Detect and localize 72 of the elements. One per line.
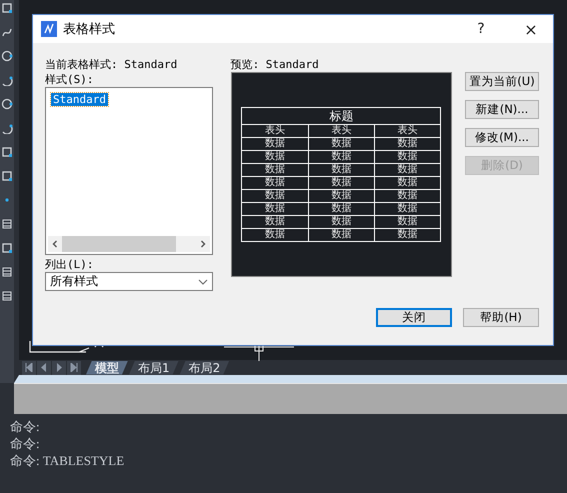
- preview-data-cell-text: 数据: [396, 151, 419, 163]
- rectangle-icon[interactable]: [1, 146, 13, 158]
- preview-data-cell: 数据: [308, 190, 375, 202]
- command-line: 命令:: [10, 435, 41, 452]
- close-button[interactable]: ×: [509, 15, 553, 43]
- list-label: 列出(L):: [45, 257, 94, 272]
- rectangle-icon[interactable]: [1, 2, 13, 14]
- preview-data-cell: 数据: [308, 177, 375, 189]
- preview-data-cell: 数据: [242, 164, 309, 176]
- close-dialog-button[interactable]: 关闭: [376, 308, 452, 327]
- grid-icon[interactable]: [1, 218, 13, 230]
- style-item[interactable]: Standard: [51, 93, 108, 106]
- layout-tab[interactable]: 布局1: [129, 360, 179, 374]
- last-icon: [70, 363, 78, 372]
- preview-data-cell: 数据: [308, 138, 375, 150]
- command-line: 命令:: [10, 418, 41, 435]
- preview-title: 标题: [242, 108, 440, 125]
- help-button[interactable]: ?: [459, 15, 503, 43]
- command-line: 命令: TABLESTYLE: [10, 452, 126, 469]
- preview-header-cell: 表头: [308, 125, 375, 137]
- preview-data-cell-text: 数据: [396, 229, 419, 241]
- preview-header-cell-text: 表头: [396, 125, 419, 137]
- preview-data-cell: 数据: [242, 151, 309, 163]
- left-arrow-icon: [40, 363, 48, 372]
- circle-icon[interactable]: [1, 98, 13, 110]
- arc-icon[interactable]: [1, 74, 13, 86]
- preview-data-cell: 数据: [308, 203, 375, 215]
- current-style-label: 当前表格样式: Standard: [45, 57, 178, 72]
- preview-header-cell: 表头: [242, 125, 309, 137]
- arc-icon[interactable]: [1, 122, 13, 134]
- first-tab-button[interactable]: [22, 360, 36, 374]
- preview-data-cell: 数据: [308, 164, 375, 176]
- preview-data-cell: 数据: [308, 216, 375, 228]
- preview-label: 预览: Standard: [230, 57, 320, 72]
- layout-tab[interactable]: 模型: [86, 360, 128, 374]
- preview-data-cell-text: 数据: [396, 190, 419, 202]
- preview-data-cell: 数据: [242, 203, 309, 215]
- rectangle-icon[interactable]: [1, 170, 13, 182]
- preview-data-cell-text: 数据: [396, 203, 419, 215]
- preview-data-cell: 数据: [242, 229, 309, 241]
- help-dialog-button[interactable]: 帮助(H): [463, 308, 539, 327]
- horizontal-scrollbar[interactable]: [48, 236, 210, 252]
- preview-data-cell-text: 数据: [396, 216, 419, 228]
- first-icon: [25, 363, 33, 372]
- app-icon: [41, 21, 57, 37]
- preview-data-cell-text: 数据: [396, 138, 419, 150]
- grid-icon[interactable]: [1, 266, 13, 278]
- preview-data-cell: 数据: [242, 138, 309, 150]
- style-action-button[interactable]: 新建(N)...: [465, 100, 539, 119]
- list-dropdown[interactable]: 所有样式: [45, 272, 213, 291]
- styles-list[interactable]: Standard: [45, 87, 213, 255]
- style-action-button[interactable]: 修改(M)...: [465, 128, 539, 147]
- curve-icon[interactable]: [1, 26, 13, 38]
- preview-data-cell: 数据: [308, 151, 375, 163]
- right-arrow-icon: [55, 363, 63, 372]
- style-action-button[interactable]: 置为当前(U): [465, 72, 539, 91]
- styles-label: 样式(S):: [45, 72, 94, 87]
- preview-data-cell: 数据: [242, 190, 309, 202]
- preview-data-cell-text: 数据: [396, 164, 419, 176]
- rectangle-icon[interactable]: [1, 242, 13, 254]
- circle-icon[interactable]: [1, 50, 13, 62]
- preview-data-cell-text: 数据: [396, 177, 419, 189]
- layout-tab[interactable]: 布局2: [180, 360, 230, 374]
- preview-data-cell: 数据: [242, 177, 309, 189]
- chevron-down-icon: [198, 278, 208, 284]
- last-tab-button[interactable]: [67, 360, 81, 374]
- grid-icon[interactable]: [1, 290, 13, 302]
- preview-data-cell: 数据: [242, 216, 309, 228]
- preview-data-cell: 数据: [308, 229, 375, 241]
- previous-tab-button[interactable]: [37, 360, 51, 374]
- next-tab-button[interactable]: [52, 360, 66, 374]
- window-title: 表格样式: [63, 21, 116, 38]
